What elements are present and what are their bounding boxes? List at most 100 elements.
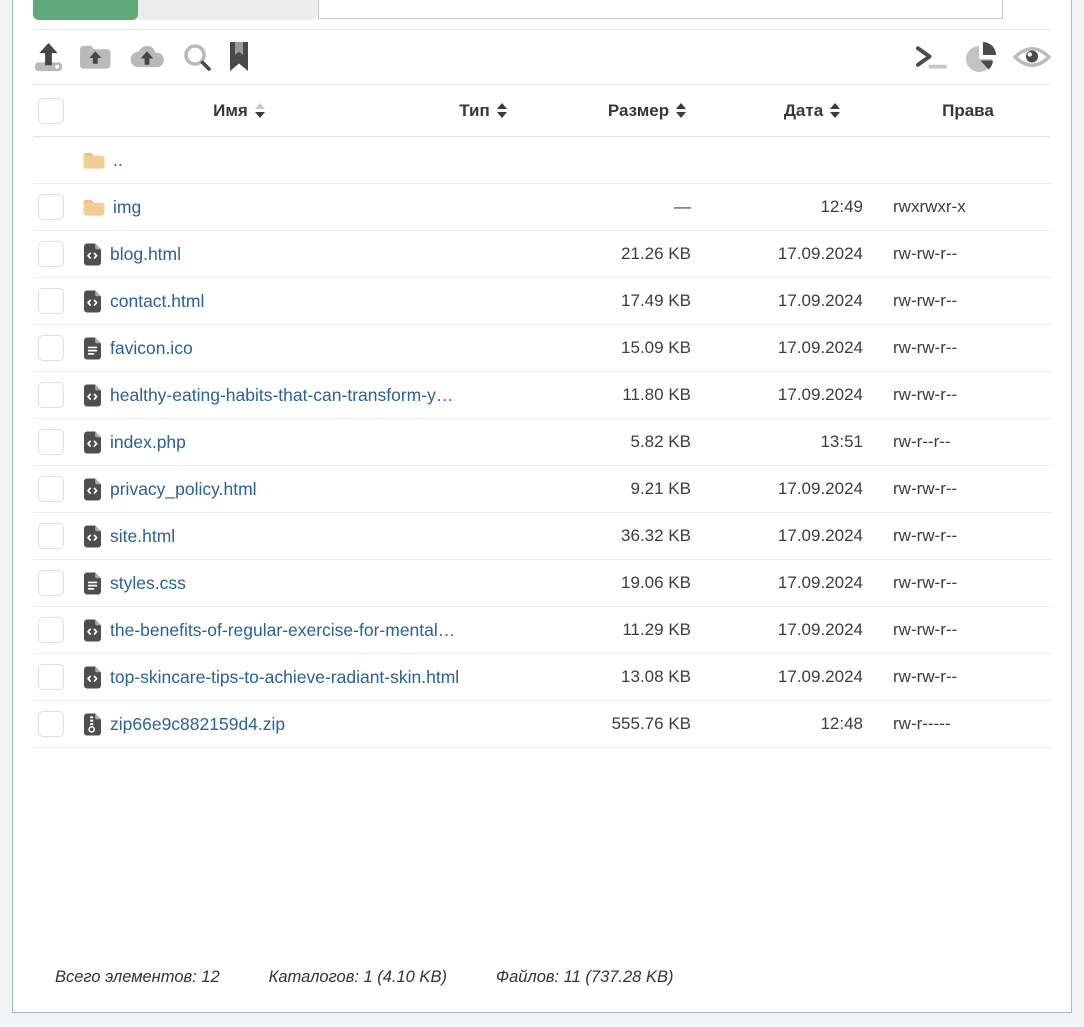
row-checkbox[interactable]: [38, 617, 64, 643]
file-zip-icon: [83, 713, 102, 736]
file-permissions: rw-rw-r--: [893, 244, 958, 263]
file-name-link[interactable]: favicon.ico: [110, 338, 193, 359]
sort-arrows-icon: [254, 103, 265, 118]
file-size: 13.08 KB: [621, 667, 691, 686]
path-input[interactable]: [318, 0, 1003, 19]
file-code-icon: [83, 243, 102, 266]
file-date: 17.09.2024: [777, 667, 863, 686]
top-strip: [13, 0, 1071, 20]
sort-arrows-icon: [676, 103, 687, 118]
file-code-icon: [83, 666, 102, 689]
file-permissions: rw-rw-r--: [893, 291, 958, 310]
file-name-link[interactable]: index.php: [110, 432, 186, 453]
row-checkbox[interactable]: [38, 241, 64, 267]
file-name-link[interactable]: healthy-eating-habits-that-can-transform…: [110, 385, 453, 406]
file-permissions: rw-r--r--: [893, 432, 951, 451]
file-row: index.php 5.82 KB 13:51 rw-r--r--: [33, 419, 1051, 466]
row-checkbox[interactable]: [38, 288, 64, 314]
file-name-link[interactable]: blog.html: [110, 244, 181, 265]
file-name-link[interactable]: img: [113, 197, 141, 218]
cloud-upload-icon: [130, 45, 164, 67]
column-header-type[interactable]: Тип: [395, 101, 571, 121]
file-date: 13:51: [820, 432, 863, 451]
row-checkbox[interactable]: [38, 335, 64, 361]
file-name-link[interactable]: contact.html: [110, 291, 204, 312]
view-toggle-button[interactable]: [1013, 42, 1051, 72]
column-header-date[interactable]: Дата: [723, 101, 901, 121]
dirs-count-label: Каталогов: 1 (4.10 KB): [268, 968, 447, 986]
file-code-icon: [83, 525, 102, 548]
row-checkbox[interactable]: [38, 711, 64, 737]
file-permissions: rw-rw-r--: [893, 667, 958, 686]
file-size: 17.49 KB: [621, 291, 691, 310]
column-header-name[interactable]: Имя: [83, 101, 395, 121]
row-checkbox[interactable]: [38, 194, 64, 220]
file-date: 17.09.2024: [777, 620, 863, 639]
file-name-link[interactable]: the-benefits-of-regular-exercise-for-men…: [110, 620, 455, 641]
files-count-label: Файлов: 11 (737.28 KB): [495, 968, 674, 986]
file-size: 11.29 KB: [622, 620, 691, 639]
file-code-icon: [83, 478, 102, 501]
row-checkbox[interactable]: [38, 429, 64, 455]
file-code-icon: [83, 384, 102, 407]
file-permissions: rw-rw-r--: [893, 620, 958, 639]
progress-bar-used: [33, 0, 139, 20]
select-all-checkbox[interactable]: [38, 97, 64, 124]
sort-arrows-icon: [496, 103, 507, 118]
file-size: 11.80 KB: [622, 385, 691, 404]
file-row: contact.html 17.49 KB 17.09.2024 rw-rw-r…: [33, 278, 1051, 325]
file-size: 36.32 KB: [621, 526, 691, 545]
file-permissions: rw-rw-r--: [893, 573, 958, 592]
file-size: 19.06 KB: [621, 573, 691, 592]
file-row: healthy-eating-habits-that-can-transform…: [33, 372, 1051, 419]
file-row: favicon.ico 15.09 KB 17.09.2024 rw-rw-r-…: [33, 325, 1051, 372]
file-row: styles.css 19.06 KB 17.09.2024 rw-rw-r--: [33, 560, 1051, 607]
file-date: 17.09.2024: [777, 479, 863, 498]
terminal-icon: [915, 46, 948, 69]
file-row: zip66e9c882159d4.zip 555.76 KB 12:48 rw-…: [33, 701, 1051, 748]
upload-button[interactable]: [33, 42, 64, 73]
row-checkbox[interactable]: [38, 523, 64, 549]
eye-icon: [1013, 47, 1051, 67]
file-date: 17.09.2024: [777, 573, 863, 592]
file-name-link[interactable]: ..: [113, 150, 123, 171]
file-row: img — 12:49 rwxrwxr-x: [33, 184, 1051, 231]
file-date: 12:48: [820, 714, 863, 733]
disk-usage-button[interactable]: [964, 41, 998, 73]
file-row: privacy_policy.html 9.21 KB 17.09.2024 r…: [33, 466, 1051, 513]
file-code-icon: [83, 290, 102, 313]
row-checkbox[interactable]: [38, 476, 64, 502]
row-checkbox[interactable]: [38, 664, 64, 690]
file-name-link[interactable]: top-skincare-tips-to-achieve-radiant-ski…: [110, 667, 459, 688]
row-checkbox[interactable]: [38, 570, 64, 596]
folder-upload-button[interactable]: [79, 43, 112, 72]
search-icon: [184, 44, 211, 71]
file-date: 12:49: [820, 197, 863, 216]
file-name-link[interactable]: styles.css: [110, 573, 186, 594]
progress-bar: [33, 0, 318, 20]
folder-upload-icon: [80, 45, 111, 69]
select-all-checkbox-cell: [33, 97, 83, 124]
file-permissions: rwxrwxr-x: [893, 197, 966, 216]
file-name-link[interactable]: zip66e9c882159d4.zip: [110, 714, 285, 735]
file-permissions: rw-rw-r--: [893, 338, 958, 357]
cloud-upload-button[interactable]: [127, 43, 167, 72]
bookmark-button[interactable]: [227, 42, 251, 72]
file-text-icon: [83, 337, 102, 360]
file-date: 17.09.2024: [777, 526, 863, 545]
row-checkbox[interactable]: [38, 382, 64, 408]
pie-chart-icon: [966, 42, 996, 72]
folder-icon: [83, 152, 105, 169]
search-button[interactable]: [182, 42, 212, 72]
file-code-icon: [83, 619, 102, 642]
file-row: site.html 36.32 KB 17.09.2024 rw-rw-r--: [33, 513, 1051, 560]
toolbar-right-group: [914, 41, 1051, 73]
file-name-link[interactable]: site.html: [110, 526, 175, 547]
column-header-size[interactable]: Размер: [571, 101, 723, 121]
file-permissions: rw-rw-r--: [893, 479, 958, 498]
file-name-link[interactable]: privacy_policy.html: [110, 479, 257, 500]
file-size: 21.26 KB: [621, 244, 691, 263]
file-permissions: rw-rw-r--: [893, 385, 958, 404]
file-code-icon: [83, 431, 102, 454]
terminal-button[interactable]: [914, 42, 949, 72]
